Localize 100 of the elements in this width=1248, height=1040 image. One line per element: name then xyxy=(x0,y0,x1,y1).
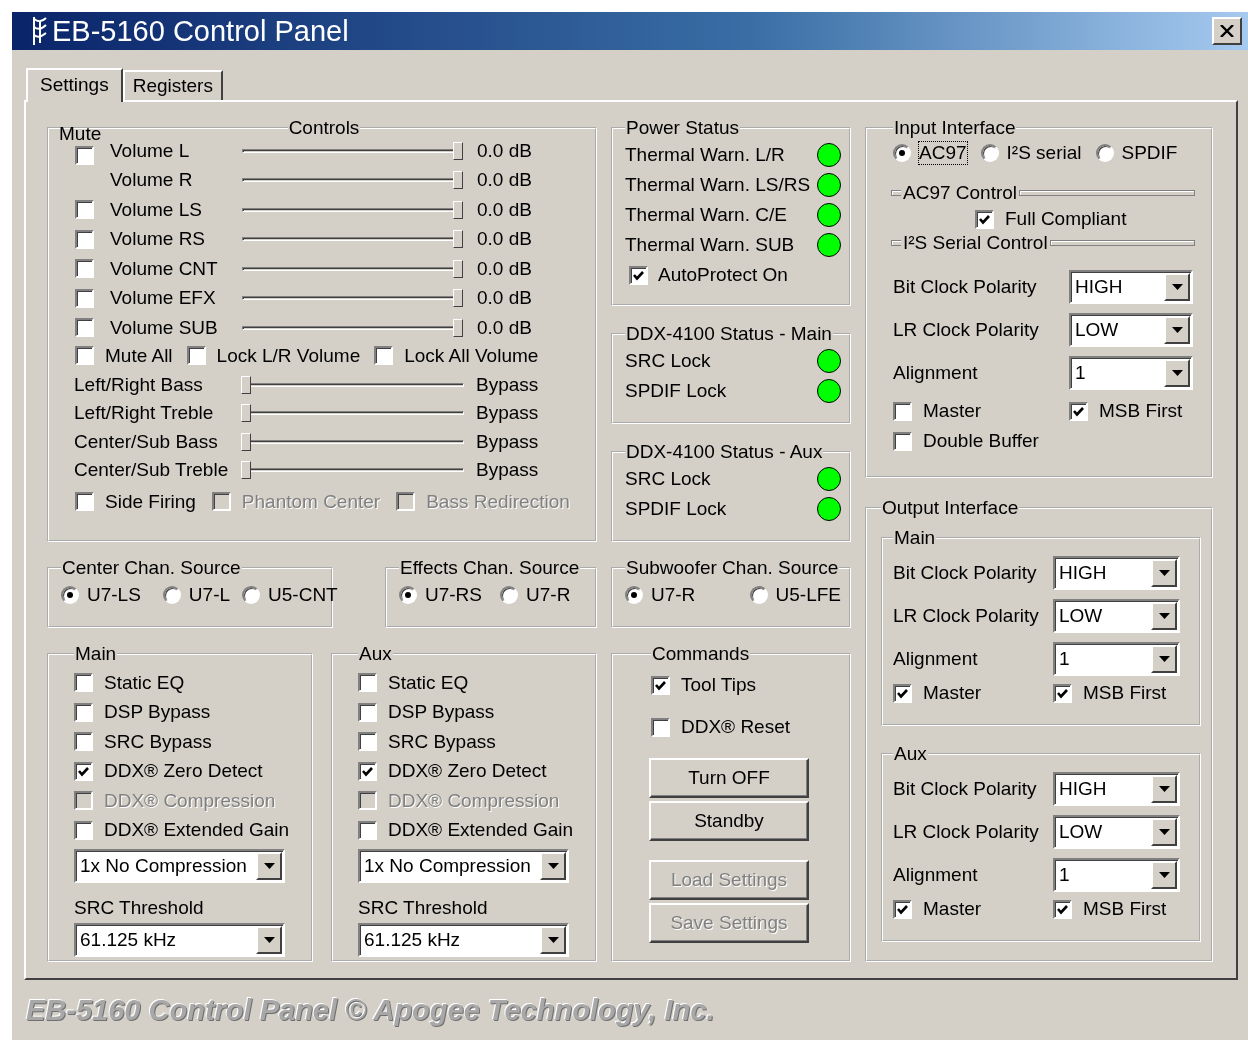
dropdown[interactable]: 1x No Compression xyxy=(358,849,569,883)
checkbox[interactable] xyxy=(629,265,648,285)
radio-button[interactable] xyxy=(625,586,643,604)
checkbox[interactable] xyxy=(75,146,94,165)
slider[interactable] xyxy=(241,430,464,453)
button[interactable]: Standby xyxy=(649,801,809,841)
radio-button[interactable] xyxy=(162,586,181,604)
dropdown-button[interactable] xyxy=(1151,818,1177,846)
slider-thumb[interactable] xyxy=(453,200,463,219)
dropdown-button[interactable] xyxy=(1151,602,1177,630)
slider-thumb[interactable] xyxy=(241,375,251,394)
checkbox[interactable] xyxy=(1053,899,1072,919)
dropdown-button[interactable] xyxy=(1164,359,1190,387)
slider-thumb[interactable] xyxy=(241,432,251,451)
slider[interactable] xyxy=(241,459,464,482)
slider[interactable] xyxy=(242,228,463,251)
tab[interactable]: Registers xyxy=(122,70,223,100)
slider-label: Volume LS xyxy=(110,198,203,221)
checkbox[interactable] xyxy=(893,683,912,703)
dropdown[interactable]: HIGH xyxy=(1069,270,1193,304)
dropdown-button[interactable] xyxy=(1151,861,1177,889)
slider[interactable] xyxy=(242,257,463,280)
slider[interactable] xyxy=(241,402,464,425)
dropdown[interactable]: 61.125 kHz xyxy=(74,923,285,957)
checkbox[interactable] xyxy=(75,346,94,365)
checkbox[interactable] xyxy=(75,229,94,249)
radio-button[interactable] xyxy=(500,586,518,604)
slider[interactable] xyxy=(241,373,464,396)
slider-thumb[interactable] xyxy=(453,171,463,190)
slider[interactable] xyxy=(242,169,463,192)
slider-thumb[interactable] xyxy=(453,259,463,278)
slider[interactable] xyxy=(242,316,463,339)
checkbox[interactable] xyxy=(893,431,912,451)
checkbox[interactable] xyxy=(358,732,377,752)
checkbox[interactable] xyxy=(186,346,206,365)
dropdown-button[interactable] xyxy=(1164,273,1190,301)
status-label: SPDIF Lock xyxy=(625,498,728,520)
dropdown[interactable]: LOW xyxy=(1053,599,1180,633)
dropdown[interactable]: LOW xyxy=(1053,815,1180,849)
radio-button[interactable] xyxy=(1095,144,1114,162)
dropdown-button[interactable] xyxy=(1151,775,1177,803)
dropdown-button[interactable] xyxy=(256,852,282,880)
slider[interactable] xyxy=(242,287,463,310)
dropdown[interactable]: LOW xyxy=(1069,313,1193,347)
tab[interactable]: Settings xyxy=(26,68,123,102)
slider-thumb[interactable] xyxy=(241,404,251,423)
checkbox[interactable] xyxy=(1053,683,1072,703)
checkbox-label: SRC Bypass xyxy=(388,730,496,753)
checkbox[interactable] xyxy=(75,318,94,338)
radio-button[interactable] xyxy=(399,586,417,604)
checkbox[interactable] xyxy=(893,899,912,919)
field-label: LR Clock Polarity xyxy=(893,319,1040,341)
slider[interactable] xyxy=(242,198,463,221)
radio-button[interactable] xyxy=(893,144,911,162)
radio-button[interactable] xyxy=(749,586,768,604)
checkbox[interactable] xyxy=(651,717,670,737)
checkbox[interactable] xyxy=(975,209,994,229)
dropdown-button[interactable] xyxy=(1151,559,1177,587)
checkbox[interactable] xyxy=(358,673,377,693)
checkbox[interactable] xyxy=(75,200,94,220)
checkbox[interactable] xyxy=(74,820,93,840)
slider[interactable] xyxy=(242,139,463,162)
radio-button[interactable] xyxy=(61,586,79,604)
slider-thumb[interactable] xyxy=(241,461,251,480)
checkbox[interactable] xyxy=(74,673,93,693)
dropdown-button[interactable] xyxy=(256,926,282,954)
dropdown[interactable]: 1x No Compression xyxy=(74,849,285,883)
checkbox[interactable] xyxy=(358,761,377,781)
dropdown-button[interactable] xyxy=(540,926,566,954)
radio-button[interactable] xyxy=(980,144,999,162)
dropdown[interactable]: HIGH xyxy=(1053,556,1180,590)
dropdown[interactable]: 1 xyxy=(1053,858,1180,892)
slider-thumb[interactable] xyxy=(453,289,463,308)
checkbox[interactable] xyxy=(74,702,93,722)
checkbox[interactable] xyxy=(74,761,93,781)
radio-label: U5-CNT xyxy=(268,584,338,606)
checkbox[interactable] xyxy=(75,288,94,308)
radio-button[interactable] xyxy=(242,586,261,604)
dropdown-button[interactable] xyxy=(1164,316,1190,344)
checkbox[interactable] xyxy=(75,492,94,511)
dropdown[interactable]: HIGH xyxy=(1053,772,1180,806)
dropdown-button[interactable] xyxy=(1151,645,1177,673)
checkbox[interactable] xyxy=(75,259,94,279)
checkbox[interactable] xyxy=(358,820,377,840)
close-button[interactable] xyxy=(1212,17,1242,45)
checkbox[interactable] xyxy=(358,702,377,722)
slider-thumb[interactable] xyxy=(453,141,463,160)
dropdown[interactable]: 1 xyxy=(1053,642,1180,676)
slider-thumb[interactable] xyxy=(453,318,463,337)
checkbox[interactable] xyxy=(1069,401,1088,421)
radio-label: U7-R xyxy=(651,584,696,606)
button[interactable]: Turn OFF xyxy=(649,758,809,798)
checkbox[interactable] xyxy=(374,346,394,365)
checkbox[interactable] xyxy=(893,401,912,421)
checkbox[interactable] xyxy=(651,675,670,695)
checkbox[interactable] xyxy=(74,732,93,752)
dropdown-button[interactable] xyxy=(540,852,566,880)
dropdown[interactable]: 61.125 kHz xyxy=(358,923,569,957)
dropdown[interactable]: 1 xyxy=(1069,356,1193,390)
slider-thumb[interactable] xyxy=(453,230,463,249)
